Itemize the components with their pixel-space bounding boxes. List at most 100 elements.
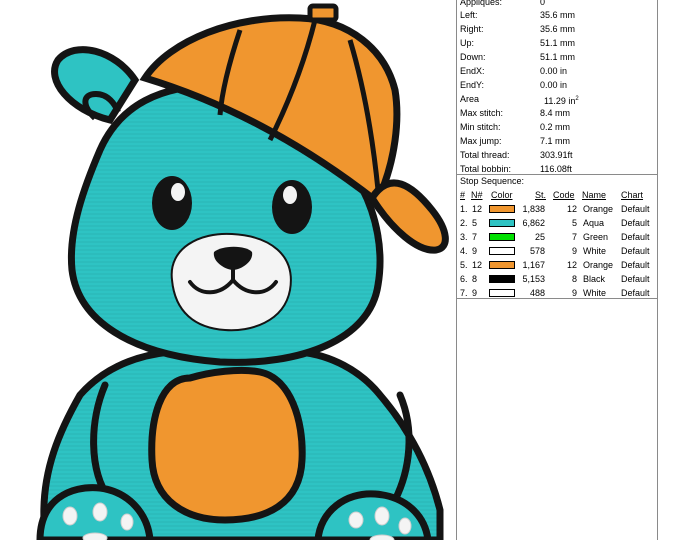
- stat-value-text: 303.91ft: [540, 150, 573, 160]
- col-header-needle: N#: [471, 190, 483, 200]
- stat-label: Down:: [460, 52, 486, 62]
- col-header-stitches: St.: [535, 190, 547, 200]
- stat-value-text: 7.1 mm: [540, 136, 571, 146]
- seq-index: 5.: [460, 260, 468, 270]
- stat-value-text: 116.08ft: [540, 164, 572, 174]
- stat-row: Area 11.29 in2: [460, 93, 655, 106]
- color-swatch: [489, 261, 515, 269]
- col-header-color: Color: [491, 190, 513, 200]
- stat-row: EndX: 0.00 in: [460, 65, 655, 78]
- stop-sequence-title: Stop Sequence:: [460, 176, 525, 186]
- seq-code: 12: [566, 204, 577, 214]
- seq-index: 3.: [460, 232, 468, 242]
- seq-chart: Default: [621, 246, 650, 256]
- color-swatch: [489, 275, 515, 283]
- stop-sequence-row[interactable]: 1. 12 1,838 12 Orange Default: [457, 203, 657, 216]
- design-info-panel: Appliques: 0 Left: 35.6 mm Right: 35.6 mm Up: 5…: [457, 0, 658, 540]
- teddy-bear-embroidery: [36, 3, 449, 540]
- stat-value: 7.1 mm: [540, 135, 570, 148]
- seq-chart: Default: [621, 232, 650, 242]
- stat-label: EndY:: [460, 80, 485, 90]
- stat-value-text: 35.6 mm: [540, 24, 576, 34]
- stat-value-text: 51.1 mm: [540, 38, 576, 48]
- stat-value: 0.00 in: [540, 65, 567, 78]
- stat-label: Total thread:: [460, 150, 510, 160]
- color-swatch: [489, 233, 515, 241]
- seq-stitch-count: 1,167: [522, 260, 545, 270]
- seq-needle: 8: [472, 274, 478, 284]
- stat-label: Area: [460, 94, 480, 104]
- stat-row: Max jump: 7.1 mm: [460, 135, 655, 148]
- color-swatch: [489, 247, 515, 255]
- stat-label: Max jump:: [460, 136, 502, 146]
- bear-belly: [148, 366, 306, 524]
- stat-label: Min stitch:: [460, 122, 501, 132]
- left-eye: [152, 176, 192, 230]
- seq-color-name: Orange: [583, 204, 614, 214]
- stat-value: 0.00 in: [540, 79, 567, 92]
- stat-value-text: 0.00 in: [540, 66, 568, 76]
- stat-row: Up: 51.1 mm: [460, 37, 655, 50]
- seq-needle: 5: [472, 218, 478, 228]
- seq-stitch-count: 6,862: [522, 218, 545, 228]
- stop-sequence-row[interactable]: 5. 12 1,167 12 Orange Default: [457, 259, 657, 272]
- col-header-index: #: [460, 190, 466, 200]
- seq-color-name: White: [583, 246, 607, 256]
- seq-index: 4.: [460, 246, 468, 256]
- col-header-chart: Chart: [621, 190, 644, 200]
- cap-brim: [367, 179, 449, 254]
- seq-needle: 12: [472, 204, 483, 214]
- window-margin: [658, 0, 680, 540]
- bear-body: [36, 348, 444, 540]
- seq-code: 5: [571, 218, 577, 228]
- stop-sequence-row[interactable]: 6. 8 5,153 8 Black Default: [457, 273, 657, 286]
- stat-row: Left: 35.6 mm: [460, 9, 655, 22]
- stop-sequence-row[interactable]: 3. 7 25 7 Green Default: [457, 231, 657, 244]
- seq-stitch-count: 578: [529, 246, 545, 256]
- seq-chart: Default: [621, 204, 650, 214]
- seq-code: 8: [571, 274, 577, 284]
- seq-chart: Default: [621, 218, 650, 228]
- color-swatch: [489, 289, 515, 297]
- seq-code: 9: [571, 246, 577, 256]
- stat-value-text: 51.1 mm: [540, 52, 576, 62]
- stat-row: Min stitch: 0.2 mm: [460, 121, 655, 134]
- stat-value-text: 11.29 in: [544, 96, 576, 106]
- col-header-code: Code: [553, 190, 575, 200]
- color-swatch: [489, 219, 515, 227]
- stop-sequence-row[interactable]: 2. 5 6,862 5 Aqua Default: [457, 217, 657, 230]
- stat-row: Appliques: 0: [460, 0, 655, 9]
- stat-value-text: 0.2 mm: [540, 122, 571, 132]
- bear-ear: [51, 46, 140, 125]
- panel-divider: [457, 298, 657, 299]
- stat-unit-superscript: 2: [575, 96, 579, 102]
- stat-value: 35.6 mm: [540, 23, 575, 36]
- stat-label: Appliques:: [460, 0, 503, 7]
- seq-chart: Default: [621, 274, 650, 284]
- stat-row: Total thread: 303.91ft: [460, 149, 655, 162]
- stat-value: 11.29 in2: [544, 93, 579, 108]
- stat-label: Up:: [460, 38, 475, 48]
- stop-sequence-row[interactable]: 4. 9 578 9 White Default: [457, 245, 657, 258]
- seq-color-name: Orange: [583, 260, 614, 270]
- stat-row: Max stitch: 8.4 mm: [460, 107, 655, 120]
- stat-value-text: 35.6 mm: [540, 10, 576, 20]
- color-swatch: [489, 205, 515, 213]
- stat-label: Right:: [460, 24, 484, 34]
- panel-divider: [457, 174, 657, 175]
- stat-value-text: 0.00 in: [540, 80, 568, 90]
- stat-row: EndY: 0.00 in: [460, 79, 655, 92]
- seq-color-name: Black: [583, 274, 606, 284]
- stat-value: 51.1 mm: [540, 51, 575, 64]
- seq-color-name: Green: [583, 232, 609, 242]
- stat-value: 303.91ft: [540, 149, 573, 162]
- col-header-name: Name: [582, 190, 607, 200]
- stat-label: Max stitch:: [460, 108, 504, 118]
- stat-value-text: 8.4 mm: [540, 108, 571, 118]
- seq-stitch-count: 5,153: [522, 274, 545, 284]
- seq-needle: 7: [472, 232, 478, 242]
- design-canvas[interactable]: [0, 0, 457, 540]
- seq-code: 7: [571, 232, 577, 242]
- stat-value: 51.1 mm: [540, 37, 575, 50]
- seq-color-name: Aqua: [583, 218, 605, 228]
